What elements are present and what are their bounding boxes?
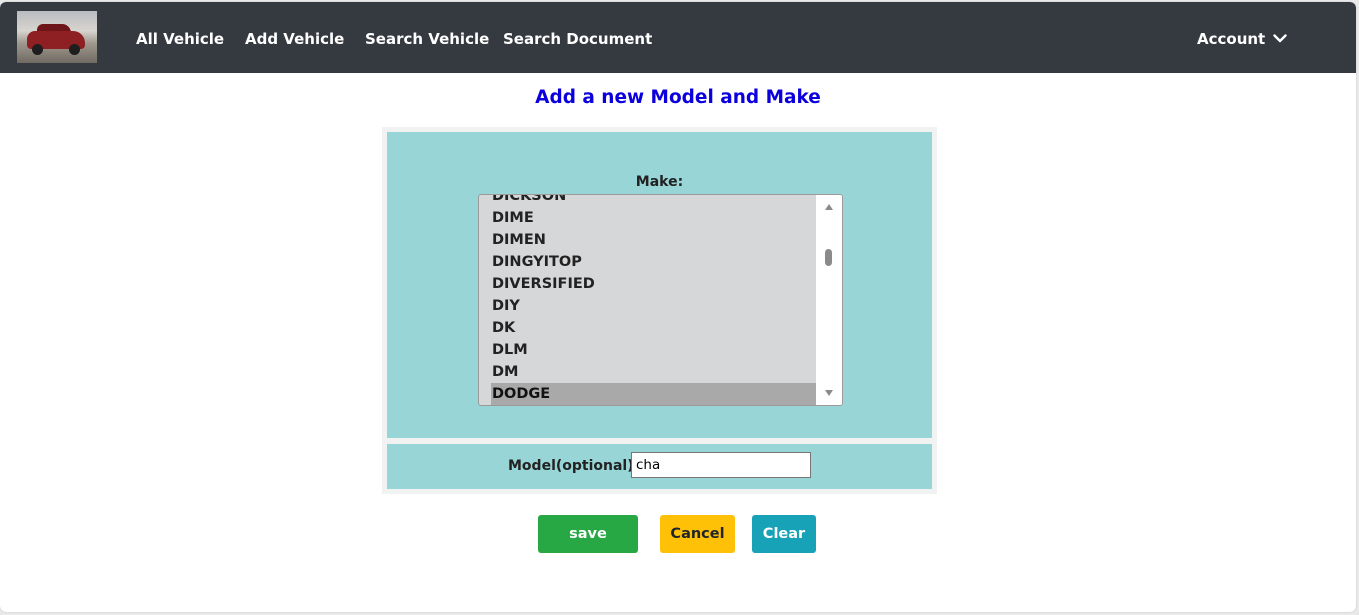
make-panel: Make: DICKSON DIME DIMEN DINGYITOP DIVER… bbox=[387, 132, 932, 438]
make-option[interactable]: DICKSON bbox=[479, 195, 816, 207]
top-navbar: All Vehicle Add Vehicle Search Vehicle S… bbox=[0, 2, 1356, 73]
nav-add-vehicle[interactable]: Add Vehicle bbox=[245, 30, 344, 48]
make-option[interactable]: DIY bbox=[479, 295, 816, 317]
cancel-button[interactable]: Cancel bbox=[660, 515, 735, 553]
make-option[interactable]: DIME bbox=[479, 207, 816, 229]
save-button[interactable]: save bbox=[538, 515, 638, 553]
make-option[interactable]: DIVERSIFIED bbox=[479, 273, 816, 295]
page-title: Add a new Model and Make bbox=[535, 87, 821, 108]
make-option[interactable]: DIMEN bbox=[479, 229, 816, 251]
vehicle-logo-image[interactable] bbox=[17, 11, 97, 63]
listbox-scrollbar[interactable] bbox=[816, 195, 842, 405]
nav-search-vehicle[interactable]: Search Vehicle bbox=[365, 30, 489, 48]
make-listbox[interactable]: DICKSON DIME DIMEN DINGYITOP DIVERSIFIED… bbox=[478, 194, 843, 406]
make-option[interactable]: DM bbox=[479, 361, 816, 383]
make-option[interactable]: DINGYITOP bbox=[479, 251, 816, 273]
make-label: Make: bbox=[635, 174, 684, 190]
account-label: Account bbox=[1197, 30, 1266, 48]
make-options: DICKSON DIME DIMEN DINGYITOP DIVERSIFIED… bbox=[479, 195, 816, 405]
chevron-down-icon bbox=[1273, 34, 1288, 43]
model-input[interactable] bbox=[631, 452, 811, 478]
make-option[interactable]: DLM bbox=[479, 339, 816, 361]
scrollbar-thumb[interactable] bbox=[825, 249, 832, 266]
car-wheel-shape bbox=[69, 44, 80, 55]
make-option[interactable]: DK bbox=[479, 317, 816, 339]
car-wheel-shape bbox=[32, 44, 43, 55]
nav-search-document[interactable]: Search Document bbox=[503, 30, 652, 48]
app-window: All Vehicle Add Vehicle Search Vehicle S… bbox=[0, 2, 1356, 612]
make-option-selected[interactable]: DODGE bbox=[491, 383, 816, 405]
scroll-down-arrow-icon[interactable] bbox=[825, 390, 833, 396]
scroll-up-arrow-icon[interactable] bbox=[825, 204, 833, 210]
model-label: Model(optional): bbox=[508, 458, 640, 474]
model-panel: Model(optional): bbox=[387, 444, 932, 489]
make-model-form: Make: DICKSON DIME DIMEN DINGYITOP DIVER… bbox=[382, 127, 937, 494]
account-dropdown[interactable]: Account bbox=[1197, 30, 1288, 48]
clear-button[interactable]: Clear bbox=[752, 515, 816, 553]
nav-all-vehicle[interactable]: All Vehicle bbox=[136, 30, 224, 48]
